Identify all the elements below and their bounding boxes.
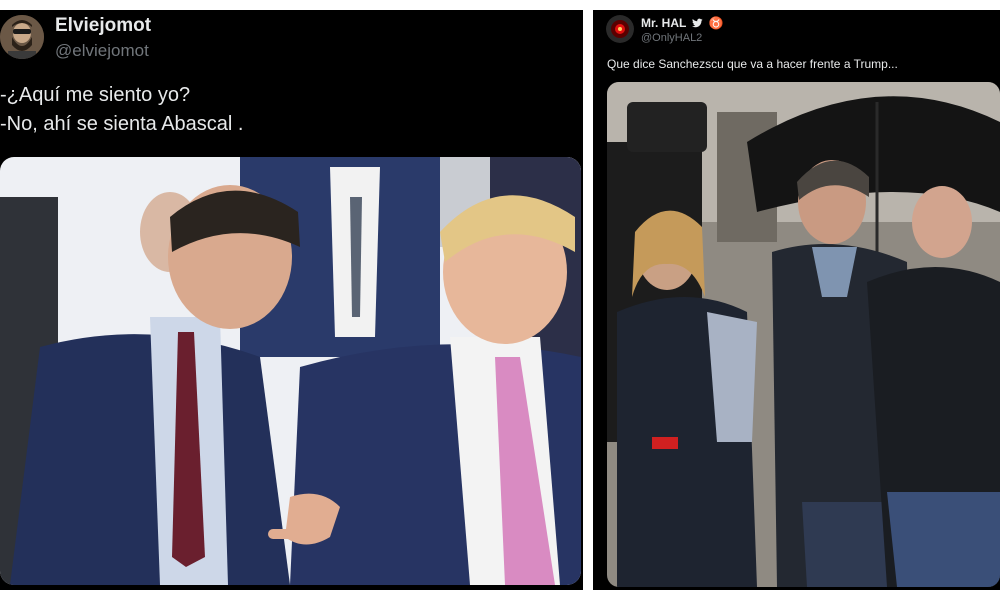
tweet-text: Que dice Sanchezscu que va a hacer frent…: [607, 57, 898, 71]
display-name[interactable]: Mr. HAL ♉: [641, 16, 724, 31]
zodiac-taurus-icon: ♉: [708, 16, 724, 30]
bird-icon: [692, 17, 704, 31]
display-name[interactable]: Elviejomot: [55, 15, 151, 37]
tweet-card-elviejomot: Elviejomot @elviejomot -¿Aquí me siento …: [0, 10, 583, 590]
meeting-photo-icon[interactable]: [0, 157, 581, 585]
tweet-card-mr-hal: Mr. HAL ♉ @OnlyHAL2 Que dice Sanchezscu …: [593, 10, 1000, 590]
hal-red-eye-avatar-icon[interactable]: [606, 15, 634, 43]
display-name-text: Mr. HAL: [641, 16, 687, 30]
tweet-text-line-1: -¿Aquí me siento yo?: [0, 84, 191, 106]
bearded-man-avatar-icon[interactable]: [0, 15, 44, 59]
user-handle[interactable]: @OnlyHAL2: [641, 32, 702, 44]
user-handle[interactable]: @elviejomot: [55, 41, 149, 61]
tweet-text-line-2: -No, ahí se sienta Abascal .: [0, 113, 244, 135]
crowd-umbrella-photo-icon[interactable]: [607, 82, 1000, 587]
